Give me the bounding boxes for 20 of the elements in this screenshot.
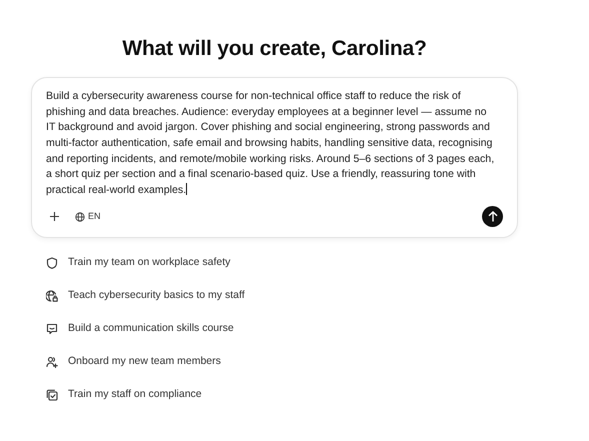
globe-lock-icon: [46, 290, 58, 302]
send-button[interactable]: [482, 206, 503, 228]
plus-icon: [50, 212, 59, 222]
suggestion-item[interactable]: Teach cybersecurity basics to my staff: [46, 279, 245, 312]
text-cursor: [186, 182, 188, 195]
suggestion-item[interactable]: Train my staff on compliance: [46, 378, 202, 412]
page-heading: What will you create, Carolina?: [121, 36, 428, 62]
prompt-text: Build a cybersecurity awareness course for non-technical office staff to reduce the risk of phishing and data breaches. Audience: everyday employees at a beginner level — assume no IT background and avoid jargon. Cover phishing and social engineering, strong passwords and multi-factor authentication, safe email and browsing habits, handling sensitive data, recognising and reporting incidents, and remote/mobile working risks. Around 5–6 sections of 3 pages each, a short quiz per section and a final scenario-based quiz. Use a friendly, reassuring tone with practical real-world examples.: [46, 89, 496, 198]
shield-icon: [46, 256, 58, 269]
arrow-up-icon: [488, 211, 498, 222]
copy-check-icon: [46, 388, 58, 401]
language-button[interactable]: EN: [75, 210, 101, 224]
suggestion-item[interactable]: Onboard my new team members: [46, 345, 221, 378]
add-button[interactable]: [50, 212, 59, 222]
chat-icon: [46, 322, 58, 335]
user-plus-icon: [46, 356, 58, 368]
globe-icon: [75, 212, 85, 222]
suggestion-item[interactable]: Build a communication skills course: [46, 312, 234, 346]
suggestion-item[interactable]: Train my team on workplace safety: [46, 246, 230, 280]
prompt-field[interactable]: [31, 77, 518, 238]
